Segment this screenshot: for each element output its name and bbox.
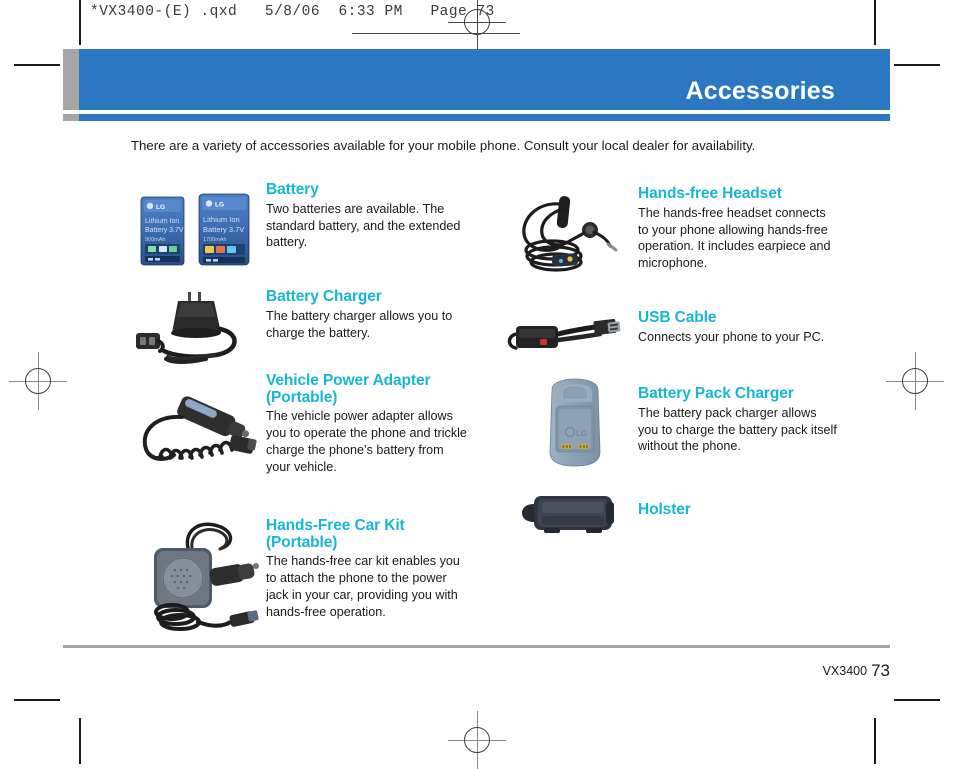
crop-mark-right-bottom-horizontal [894, 699, 940, 701]
accessory-description: The hands-free car kit enables you to at… [266, 554, 460, 620]
crop-mark-right-top-horizontal [894, 64, 940, 66]
accessory-description: The hands-free headset connects to your … [638, 205, 831, 271]
accessory-text-hands-free-car-kit: Hands-Free Car Kit (Portable) The hands-… [266, 517, 471, 621]
accessory-text-vehicle-power-adapter: Vehicle Power Adapter (Portable) The veh… [266, 372, 471, 476]
accessory-text-hands-free-headset: Hands-free Headset The hands-free headse… [638, 185, 838, 272]
accessory-text-battery-charger: Battery Charger The battery charger allo… [266, 288, 466, 341]
svg-text:LG: LG [576, 429, 587, 438]
accessory-description: Connects your phone to your PC. [638, 329, 825, 344]
accessory-title: Hands-free Headset [638, 185, 782, 202]
hands-free-headset-icon [504, 188, 624, 279]
underbar-blue-field [79, 114, 890, 121]
footer-rule [63, 645, 890, 648]
crop-mark-left-bottom-horizontal [14, 699, 60, 701]
accessory-description: Two batteries are available. The standar… [266, 201, 461, 250]
accessory-description: The battery pack charger allows you to c… [638, 405, 837, 454]
battery-pack-charger-icon: LG [542, 378, 608, 473]
svg-text:LG: LG [215, 202, 224, 209]
page-title: Accessories [685, 77, 835, 105]
slug-underline [352, 33, 520, 34]
crop-mark-left-top-horizontal [14, 64, 60, 66]
holster-icon [520, 490, 624, 543]
page-header-banner: Accessories [63, 49, 890, 110]
svg-text:Lithium Ion: Lithium Ion [203, 215, 240, 224]
crop-mark-bottom-right-vertical [874, 718, 876, 764]
accessory-description: The vehicle power adapter allows you to … [266, 409, 467, 475]
accessory-text-battery: Battery Two batteries are available. The… [266, 181, 466, 251]
footer-model: VX3400 [822, 664, 868, 678]
usb-cable-icon [504, 314, 624, 363]
accessory-title: USB Cable [638, 309, 717, 326]
accessory-text-usb-cable: USB Cable Connects your phone to your PC… [638, 309, 838, 346]
battery-pair-icon: LG Lithium Ion Battery 3.7V 900mAh LG Li… [136, 192, 256, 275]
crop-mark-top-right-vertical [874, 0, 876, 45]
accessory-title: Holster [638, 501, 691, 518]
accessory-title: Battery [266, 181, 319, 198]
intro-paragraph: There are a variety of accessories avail… [131, 138, 756, 153]
header-underbar [63, 114, 890, 121]
accessory-text-holster: Holster [638, 501, 838, 521]
accessory-title: Hands-Free Car Kit (Portable) [266, 517, 405, 551]
footer: VX3400 73 [823, 661, 890, 681]
accessory-title-sub: (Portable) [266, 388, 338, 406]
svg-text:900mAh: 900mAh [145, 237, 166, 243]
vehicle-power-adapter-icon [130, 391, 265, 474]
banner-grey-tab [63, 49, 79, 110]
battery-charger-icon [128, 289, 258, 374]
accessory-title-main: Vehicle Power Adapter [266, 372, 431, 389]
svg-text:Battery 3.7V: Battery 3.7V [145, 227, 184, 234]
accessory-description: The battery charger allows you to charge… [266, 308, 453, 340]
prepress-slug-line: *VX3400-(E) .qxd 5/8/06 6:33 PM Page 73 [90, 4, 495, 20]
crop-mark-top-left-vertical [79, 0, 81, 45]
accessory-text-battery-pack-charger: Battery Pack Charger The battery pack ch… [638, 385, 838, 455]
hands-free-car-kit-icon [130, 518, 270, 641]
accessory-title: Battery Charger [266, 288, 382, 305]
svg-text:Lithium Ion: Lithium Ion [145, 218, 179, 225]
crop-mark-bottom-left-vertical [79, 718, 81, 764]
accessory-title: Vehicle Power Adapter (Portable) [266, 372, 471, 406]
svg-text:LG: LG [156, 204, 165, 211]
page-number: 73 [871, 661, 890, 680]
accessory-title: Battery Pack Charger [638, 385, 794, 402]
underbar-grey-tab [63, 114, 79, 121]
svg-text:1700mAh: 1700mAh [203, 237, 227, 243]
svg-text:Battery 3.7V: Battery 3.7V [203, 225, 244, 234]
